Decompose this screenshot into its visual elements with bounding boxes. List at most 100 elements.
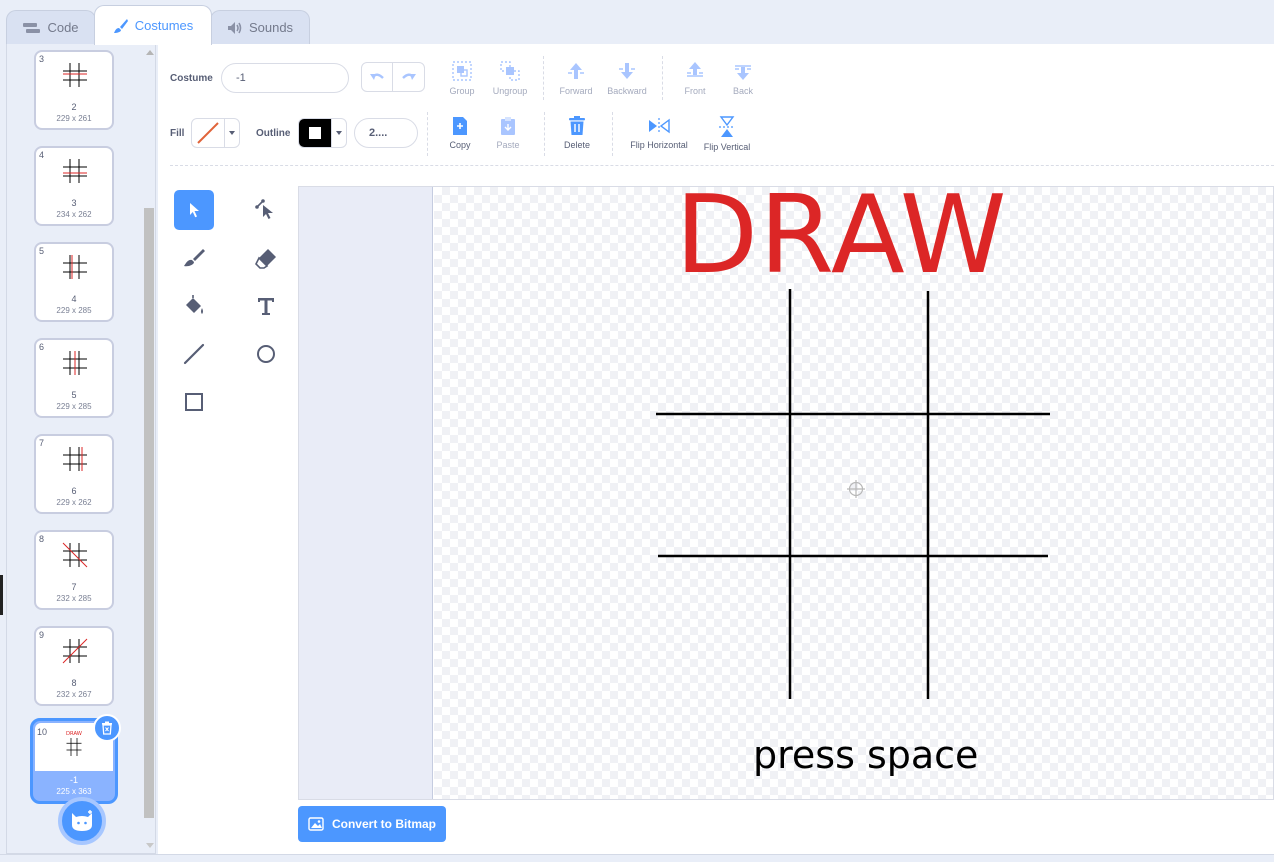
costume-thumbnail	[63, 255, 87, 279]
forward-button[interactable]: Forward	[548, 60, 604, 96]
outline-dropdown[interactable]	[331, 119, 345, 147]
text-tool[interactable]	[246, 286, 286, 326]
costume-name: 5	[71, 390, 77, 400]
costume-number: 9	[39, 630, 45, 640]
fill-swatch[interactable]	[192, 119, 224, 147]
flip-vertical-label: Flip Vertical	[703, 142, 751, 152]
group-label: Group	[449, 86, 475, 96]
canvas-press-space-text[interactable]: press space	[753, 733, 978, 779]
ungroup-label: Ungroup	[492, 86, 528, 96]
flip-horizontal-icon	[649, 118, 670, 134]
costume-item[interactable]: 8 7 232 x 285	[34, 530, 114, 610]
window-edge	[0, 575, 3, 615]
fill-tool[interactable]	[174, 286, 214, 326]
redo-icon	[401, 73, 416, 80]
editor-tabs: Code Costumes Sounds	[0, 0, 1274, 45]
tab-costumes[interactable]: Costumes	[94, 5, 212, 45]
costume-name: 8	[71, 678, 77, 688]
costume-name-input[interactable]: -1	[221, 63, 349, 93]
redo-button[interactable]	[393, 63, 424, 91]
ungroup-button[interactable]: Ungroup	[482, 60, 538, 96]
costume-list-scrollbar[interactable]	[143, 46, 155, 852]
outline-color-picker[interactable]	[298, 118, 347, 148]
costume-thumbnail	[62, 542, 88, 568]
line-icon	[183, 343, 205, 365]
costume-item[interactable]: 3 2 229 x 261	[34, 50, 114, 130]
tab-code-label: Code	[47, 20, 79, 35]
line-tool[interactable]	[174, 334, 214, 374]
eraser-tool[interactable]	[246, 238, 286, 278]
tab-sounds-label: Sounds	[248, 20, 294, 35]
flip-horizontal-label: Flip Horizontal	[630, 140, 688, 150]
scroll-down-arrow-icon[interactable]	[146, 843, 154, 848]
circle-tool[interactable]	[246, 334, 286, 374]
speaker-icon	[227, 21, 242, 34]
reshape-icon	[255, 199, 273, 219]
costume-item[interactable]: 7 6 229 x 262	[34, 434, 114, 514]
costume-item[interactable]: 4 3 234 x 262	[34, 146, 114, 226]
paste-button[interactable]: Paste	[480, 116, 536, 150]
back-label: Back	[732, 86, 753, 96]
tab-sounds[interactable]: Sounds	[210, 10, 310, 44]
costume-number: 5	[39, 246, 45, 256]
choose-costume-button[interactable]	[58, 797, 106, 845]
costume-thumbnail	[62, 638, 88, 664]
caret-down-icon	[228, 131, 235, 135]
eraser-icon	[255, 249, 276, 269]
outline-width-input[interactable]: 2....	[354, 118, 418, 148]
ungroup-icon	[500, 61, 520, 81]
toolbar-divider	[662, 56, 663, 100]
back-button[interactable]: Back	[715, 60, 771, 96]
convert-to-bitmap-label: Convert to Bitmap	[331, 817, 436, 831]
back-icon	[735, 65, 751, 80]
flip-horizontal-button[interactable]: Flip Horizontal	[623, 116, 695, 150]
backward-label: Backward	[607, 86, 647, 96]
no-fill-line-icon	[197, 122, 219, 144]
costume-name: 4	[71, 294, 77, 304]
thumbnail-draw-text: DRAW	[66, 731, 83, 737]
forward-icon	[568, 63, 584, 79]
fill-color-picker[interactable]	[191, 118, 240, 148]
toolbar-divider	[170, 165, 1274, 166]
costume-name: -1	[69, 775, 78, 785]
drawing-canvas[interactable]: DRAW press space	[298, 186, 1274, 800]
toolbar-divider	[543, 56, 544, 100]
delete-label: Delete	[563, 140, 590, 150]
costume-item[interactable]: 6 5 229 x 285	[34, 338, 114, 418]
backward-icon	[619, 63, 635, 79]
image-icon	[308, 817, 324, 831]
undo-button[interactable]	[362, 63, 393, 91]
copy-label: Copy	[449, 140, 471, 150]
fill-dropdown[interactable]	[224, 119, 238, 147]
paste-icon	[501, 117, 515, 135]
convert-to-bitmap-button[interactable]: Convert to Bitmap	[298, 806, 446, 842]
outline-swatch[interactable]	[299, 119, 331, 147]
costume-size: 232 x 285	[56, 594, 92, 603]
costume-item[interactable]: 5 4 229 x 285	[34, 242, 114, 322]
scroll-up-arrow-icon[interactable]	[146, 50, 154, 55]
brush-tool[interactable]	[174, 238, 214, 278]
scroll-thumb[interactable]	[144, 208, 154, 818]
arrow-pointer-icon	[190, 203, 199, 218]
undo-icon	[370, 73, 384, 80]
select-tool[interactable]	[174, 190, 214, 230]
rectangle-tool[interactable]	[174, 382, 214, 422]
costume-size: 229 x 285	[56, 306, 92, 315]
costume-size: 229 x 285	[56, 402, 92, 411]
delete-button[interactable]: Delete	[549, 116, 605, 150]
costume-number: 7	[39, 438, 45, 448]
toolbar-divider	[544, 112, 545, 156]
costume-thumbnail: DRAW	[66, 731, 83, 756]
flip-vertical-button[interactable]: Flip Vertical	[694, 116, 760, 152]
tab-costumes-label: Costumes	[134, 18, 194, 33]
costume-thumbnail	[63, 351, 87, 375]
costume-number: 6	[39, 342, 45, 352]
paint-editor: Costume -1 Group Ungroup Forward Backwar…	[158, 44, 1274, 854]
tic-tac-toe-grid[interactable]	[299, 187, 1274, 800]
tab-code[interactable]: Code	[6, 10, 96, 44]
costume-item[interactable]: 9 8 232 x 267	[34, 626, 114, 706]
bottom-edge	[0, 854, 1274, 862]
reshape-tool[interactable]	[246, 190, 286, 230]
backward-button[interactable]: Backward	[599, 60, 655, 96]
delete-costume-button[interactable]	[93, 714, 121, 742]
